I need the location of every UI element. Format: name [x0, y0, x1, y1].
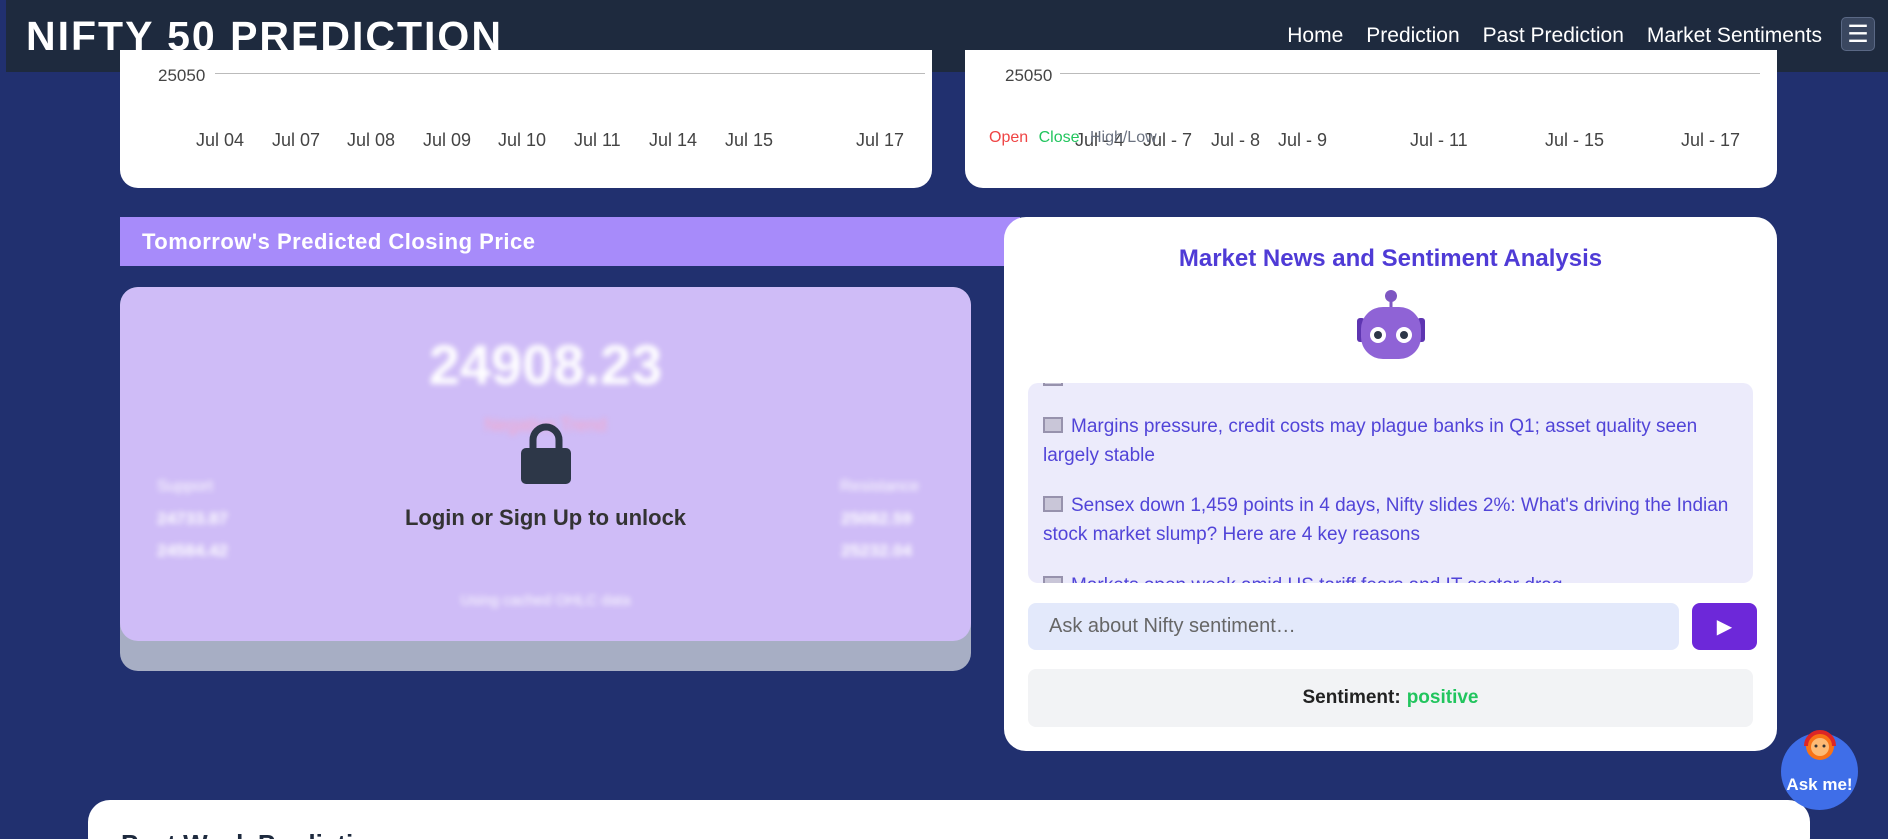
legend-highlow[interactable]: High/Low: [1090, 129, 1157, 146]
news-list[interactable]: Margins pressure, credit costs may plagu…: [1028, 383, 1753, 583]
x-tick-label: Jul 17: [856, 130, 905, 150]
nav-link-past-prediction[interactable]: Past Prediction: [1483, 24, 1624, 48]
newspaper-icon: [1043, 383, 1063, 386]
news-item[interactable]: Markets open week amid US tariff fears a…: [1043, 571, 1733, 583]
news-item[interactable]: [1043, 383, 1733, 394]
ask-me-button[interactable]: Ask me!: [1781, 730, 1858, 810]
chat-row: ▶: [1028, 603, 1757, 650]
legend-open[interactable]: Open: [989, 129, 1028, 146]
news-item[interactable]: Sensex down 1,459 points in 4 days, Nift…: [1043, 491, 1733, 549]
login-to-unlock-link[interactable]: Login or Sign Up to unlock: [120, 505, 971, 531]
x-tick-label: Jul 07: [272, 130, 321, 150]
support-label: Support: [157, 478, 214, 495]
past-week-title: Past Week Prediction: [121, 829, 385, 839]
x-tick-label: Jul 11: [574, 130, 621, 150]
past-week-card: Past Week Prediction: [88, 800, 1810, 839]
x-tick-label: Jul 08: [347, 130, 396, 150]
send-button[interactable]: ▶: [1692, 603, 1757, 650]
lock-icon: [521, 423, 571, 484]
x-tick-label: Jul - 11: [1410, 130, 1468, 150]
newspaper-icon: [1043, 576, 1063, 583]
x-tick-label: Jul - 8: [1211, 130, 1261, 150]
robot-icon: [1357, 290, 1425, 359]
prediction-card: 24908.23 Negative Trend Support 24733.87…: [120, 287, 971, 671]
support-agent-icon: [1804, 730, 1836, 760]
x-axis-line: [215, 73, 925, 74]
sentiment-value: positive: [1406, 687, 1479, 708]
resistance-value-2: 25232.04: [841, 541, 912, 560]
sentiment-result: Sentiment: positive: [1028, 669, 1753, 727]
x-tick-label: Jul 09: [423, 130, 472, 150]
news-sentiment-card: Market News and Sentiment Analysis Margi…: [1004, 217, 1777, 751]
resistance-label: Resistance: [840, 478, 920, 495]
closing-price-chart-card: 25050 Jul 04 Jul 07 Jul 08 Jul 09 Jul 10…: [120, 50, 932, 188]
news-headline[interactable]: Margins pressure, credit costs may plagu…: [1043, 416, 1697, 466]
x-tick-label: Jul 10: [498, 130, 547, 150]
newspaper-icon: [1043, 417, 1063, 433]
x-tick-label: Jul 14: [649, 130, 698, 150]
nav-link-market-sentiments[interactable]: Market Sentiments: [1647, 24, 1822, 48]
predicted-value: 24908.23: [428, 333, 663, 396]
newspaper-icon: [1043, 496, 1063, 512]
cached-data-note: Using cached OHLC data: [460, 592, 631, 609]
x-tick-label: Jul - 9: [1278, 130, 1328, 150]
ohlc-chart-card: 25050 Jul - 4 Jul - 7 Jul - 8 Jul - 9 Ju…: [965, 50, 1777, 188]
nav-link-prediction[interactable]: Prediction: [1366, 24, 1459, 48]
x-axis-line: [1060, 73, 1760, 74]
x-tick-label: Jul - 15: [1545, 130, 1605, 150]
ask-me-label: Ask me!: [1786, 775, 1853, 794]
news-title: Market News and Sentiment Analysis: [1178, 245, 1603, 272]
news-item[interactable]: Margins pressure, credit costs may plagu…: [1043, 412, 1733, 470]
prediction-card-content: 24908.23 Negative Trend Support 24733.87…: [120, 287, 971, 641]
support-value-2: 24584.42: [157, 541, 228, 560]
news-headline[interactable]: Markets open week amid US tariff fears a…: [1071, 575, 1562, 583]
hamburger-icon[interactable]: ☰: [1841, 17, 1875, 51]
legend-close[interactable]: Close: [1039, 129, 1080, 146]
sentiment-label: Sentiment:: [1302, 687, 1401, 708]
x-tick-label: Jul - 17: [1681, 130, 1741, 150]
play-icon: ▶: [1716, 616, 1733, 638]
prediction-header: Tomorrow's Predicted Closing Price: [120, 217, 1020, 266]
news-headline[interactable]: Sensex down 1,459 points in 4 days, Nift…: [1043, 495, 1728, 545]
nav-link-home[interactable]: Home: [1287, 24, 1343, 48]
x-tick-label: Jul 04: [196, 130, 245, 150]
x-tick-label: Jul 15: [725, 130, 774, 150]
chart-legend: Open Close High/Low: [989, 129, 1163, 147]
sentiment-question-input[interactable]: [1028, 603, 1679, 650]
